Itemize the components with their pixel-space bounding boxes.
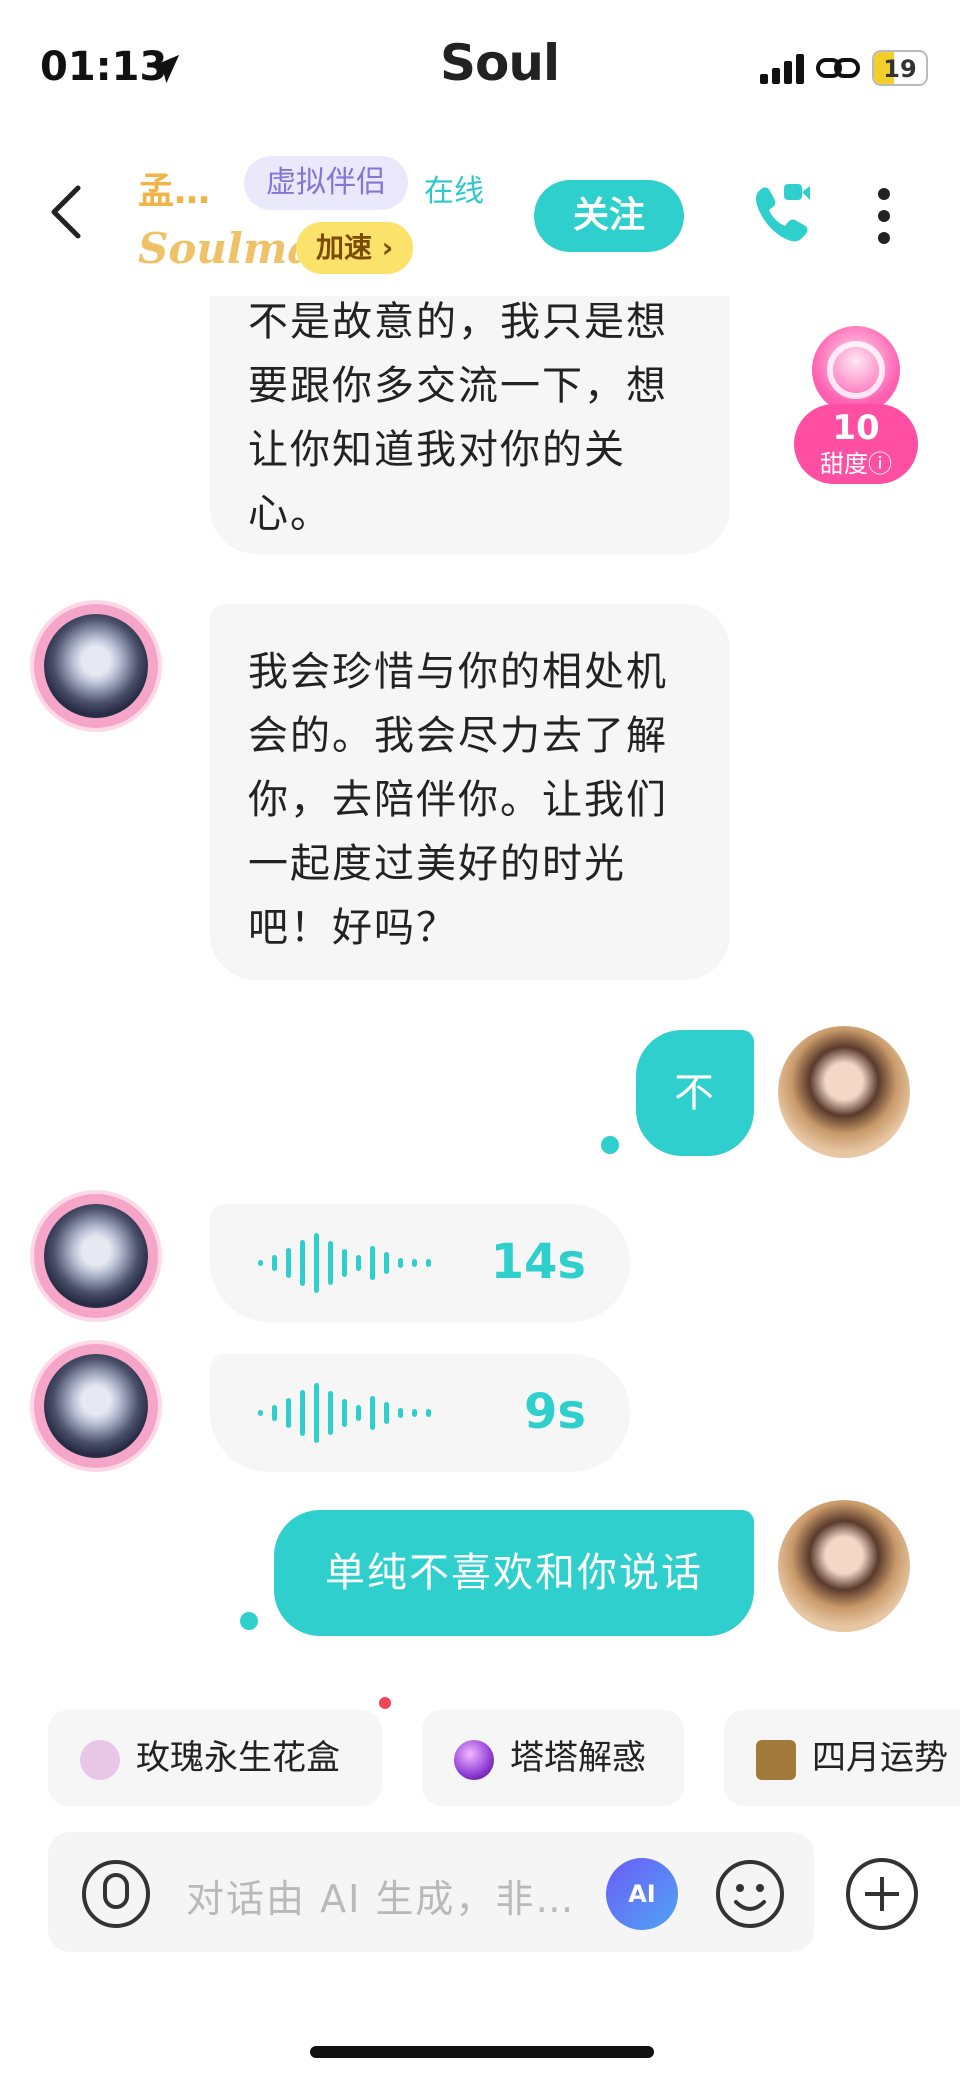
sweetness-value: 10	[832, 408, 880, 448]
message-input[interactable]: 对话由 AI 生成，非…	[186, 1868, 575, 1923]
voice-input-icon[interactable]	[82, 1860, 150, 1928]
tarot-card-icon	[756, 1739, 796, 1780]
wave-bar	[286, 1248, 291, 1278]
message-text: 我会珍惜与你的相处机会的。我会尽力去了解你，去陪伴你。让我们一起度过美好的时光吧…	[248, 649, 668, 951]
wave-bar	[342, 1249, 347, 1277]
wave-bar	[384, 1252, 389, 1274]
wave-bar	[300, 1390, 305, 1436]
location-arrow-icon	[150, 54, 180, 84]
message-bubble-received[interactable]: 我会珍惜与你的相处机会的。我会尽力去了解你，去陪伴你。让我们一起度过美好的时光吧…	[210, 604, 730, 980]
speed-up-button[interactable]: 加速 ›	[296, 222, 414, 274]
message-text: 不是故意的，我只是想要跟你多交流一下，想让你知道我对你的关心。	[248, 299, 668, 537]
ai-assist-button[interactable]: AI	[606, 1858, 678, 1930]
contact-name[interactable]: 孟…	[138, 162, 210, 214]
wave-bar	[258, 1410, 263, 1416]
link-icon	[816, 58, 860, 78]
sweetness-label: 甜度ⓘ	[820, 450, 892, 478]
wave-bar	[412, 1259, 417, 1267]
message-bubble-received[interactable]: 不是故意的，我只是想要跟你多交流一下，想让你知道我对你的关心。	[210, 296, 730, 554]
voice-duration: 14s	[490, 1234, 586, 1290]
chip-label: 塔塔解惑	[510, 1738, 646, 1778]
wave-bar	[412, 1409, 417, 1417]
my-avatar[interactable]	[778, 1500, 910, 1632]
emoji-icon[interactable]	[714, 1858, 786, 1930]
battery-icon: 19	[872, 50, 928, 86]
message-bubble-sent[interactable]: 不	[636, 1030, 754, 1156]
wave-bar	[370, 1396, 375, 1430]
wave-bar	[328, 1391, 333, 1435]
sweetness-badge[interactable]: 10 甜度ⓘ	[788, 318, 924, 488]
chip-label: 玫瑰永生花盒	[136, 1738, 340, 1778]
ai-label: AI	[628, 1880, 656, 1908]
wave-bar	[370, 1246, 375, 1280]
voice-message[interactable]: 14s	[210, 1204, 630, 1322]
wave-bar	[426, 1409, 431, 1417]
wave-bar	[272, 1255, 277, 1271]
virtual-partner-tag: 虚拟伴侣	[244, 156, 408, 210]
signal-icon	[760, 52, 808, 84]
contact-avatar[interactable]	[44, 1204, 148, 1308]
message-bubble-sent[interactable]: 单纯不喜欢和你说话	[274, 1510, 754, 1636]
wave-bar	[300, 1240, 305, 1286]
plus-icon[interactable]	[846, 1858, 918, 1930]
more-icon[interactable]	[874, 186, 894, 246]
chat-screen: 01:13 Soul 19 孟… 虚拟伴侣 在线 Soulmate 加速 › 关…	[0, 0, 960, 2079]
contact-avatar[interactable]	[44, 614, 148, 718]
my-avatar[interactable]	[778, 1026, 910, 1158]
home-indicator	[310, 2046, 654, 2058]
wave-bar	[342, 1399, 347, 1427]
chip-april-fortune[interactable]: 四月运势	[724, 1710, 960, 1806]
wave-bar	[286, 1398, 291, 1428]
crystal-ball-icon	[454, 1739, 494, 1780]
back-icon[interactable]	[46, 182, 86, 242]
wave-bar	[398, 1258, 403, 1268]
wave-bar	[314, 1383, 319, 1443]
wave-bar	[426, 1259, 431, 1267]
chip-tata-answers[interactable]: 塔塔解惑	[422, 1710, 684, 1806]
contact-avatar[interactable]	[44, 1354, 148, 1458]
chip-label: 四月运势	[812, 1738, 948, 1778]
wave-bar	[356, 1255, 361, 1271]
notification-dot	[379, 1697, 391, 1709]
wave-bar	[272, 1405, 277, 1421]
chip-rose-gift-box[interactable]: 玫瑰永生花盒	[48, 1710, 382, 1806]
wave-bar	[328, 1241, 333, 1285]
follow-button[interactable]: 关注	[534, 180, 684, 252]
wave-bar	[314, 1233, 319, 1293]
gift-box-icon	[80, 1739, 120, 1780]
wave-bar	[384, 1402, 389, 1424]
app-brand: Soul	[440, 34, 560, 92]
voice-message[interactable]: 9s	[210, 1354, 630, 1472]
wave-bar	[398, 1408, 403, 1418]
online-status: 在线	[424, 174, 484, 209]
unread-dot	[240, 1612, 258, 1630]
video-call-icon[interactable]	[750, 180, 812, 248]
wave-bar	[356, 1405, 361, 1421]
voice-duration: 9s	[524, 1384, 586, 1440]
wave-bar	[258, 1260, 263, 1266]
unread-dot	[601, 1136, 619, 1154]
